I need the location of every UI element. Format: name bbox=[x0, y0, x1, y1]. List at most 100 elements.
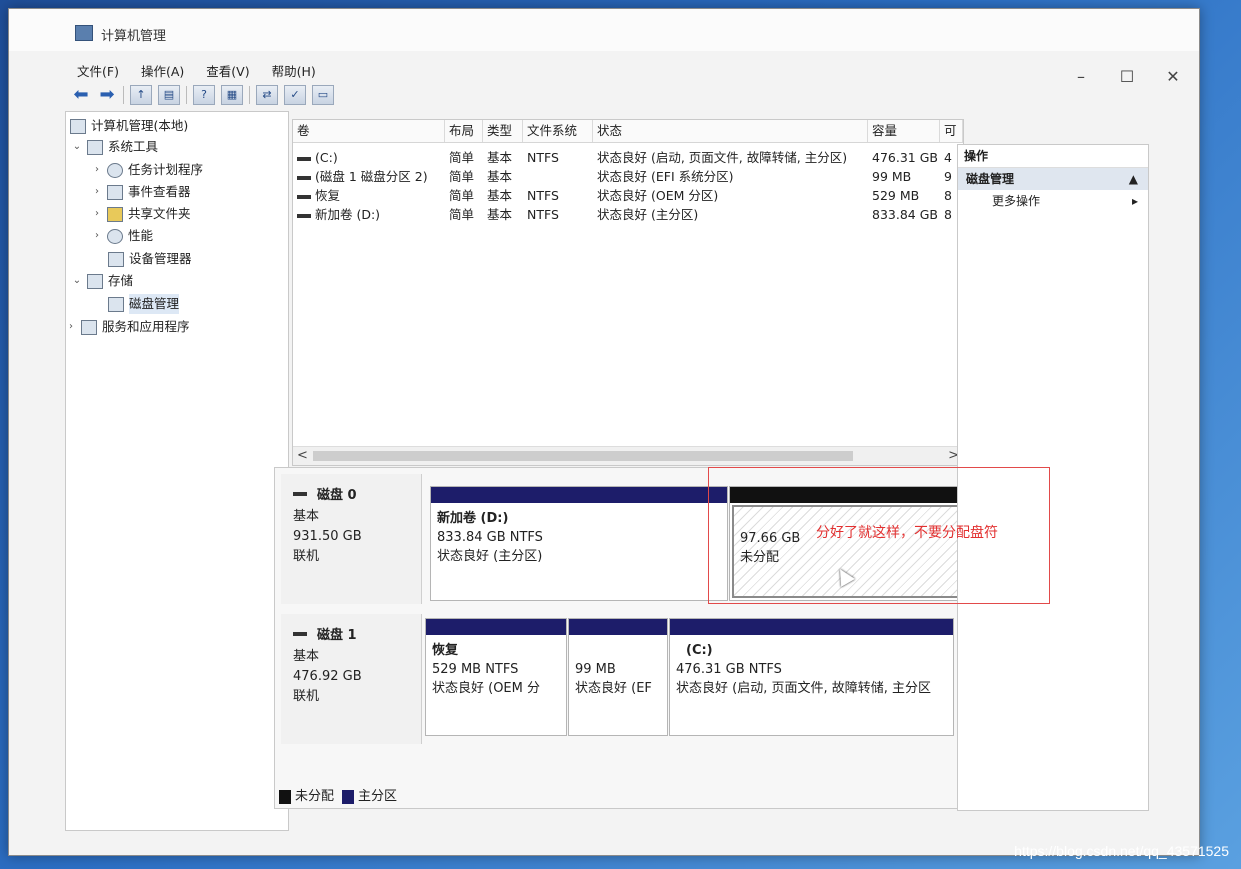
table-row[interactable]: (C:) 简单 基本 NTFS 状态良好 (启动, 页面文件, 故障转储, 主分… bbox=[293, 148, 963, 167]
tree-item-device-manager[interactable]: 设备管理器 bbox=[108, 249, 192, 269]
more-actions-item[interactable]: 更多操作 ▸ bbox=[958, 190, 1148, 212]
capacity-cell: 99 MB bbox=[872, 169, 912, 184]
disk-0-type: 基本 bbox=[293, 509, 320, 524]
computer-icon bbox=[70, 118, 86, 134]
partition-size: 476.31 GB NTFS bbox=[676, 662, 782, 677]
properties-icon[interactable]: ▦ bbox=[221, 85, 243, 105]
up-folder-icon[interactable]: ↑ bbox=[130, 85, 152, 105]
disk-0-name: 磁盘 0 bbox=[293, 484, 421, 503]
volume-cell: 新加卷 (D:) bbox=[297, 205, 445, 224]
chevron-right-icon[interactable]: › bbox=[92, 160, 102, 180]
watermark: https://blog.csdn.net/qq_43571525 bbox=[1014, 843, 1229, 859]
tree-item-disk-management[interactable]: 磁盘管理 bbox=[108, 294, 180, 314]
volume-name: 恢复 bbox=[315, 188, 341, 203]
computer-management-window: 计算机管理 – ☐ ✕ 文件(F) 操作(A) 查看(V) 帮助(H) ⬅ ➡ … bbox=[8, 8, 1200, 856]
chevron-down-icon[interactable]: ⌄ bbox=[72, 137, 82, 157]
column-header-type[interactable]: 类型 bbox=[483, 120, 523, 142]
legend-unallocated-label: 未分配 bbox=[295, 789, 335, 804]
partition-color-bar bbox=[670, 619, 953, 635]
navigation-tree: 计算机管理(本地) ⌄ 系统工具 › 任务计划程序 › 事件查看器 › 共享文件… bbox=[65, 111, 289, 831]
menu-help[interactable]: 帮助(H) bbox=[270, 59, 318, 82]
table-row[interactable]: (磁盘 1 磁盘分区 2) 简单 基本 状态良好 (EFI 系统分区) 99 M… bbox=[293, 167, 963, 186]
table-row[interactable]: 新加卷 (D:) 简单 基本 NTFS 状态良好 (主分区) 833.84 GB… bbox=[293, 205, 963, 224]
tree-item-system-tools[interactable]: ⌄ 系统工具 bbox=[72, 137, 158, 157]
horizontal-scrollbar[interactable]: < > bbox=[293, 446, 963, 465]
help-icon[interactable]: ? bbox=[193, 85, 215, 105]
partition-body: (C:) 476.31 GB NTFS 状态良好 (启动, 页面文件, 故障转储… bbox=[670, 635, 953, 704]
tree-item-task-scheduler[interactable]: › 任务计划程序 bbox=[92, 160, 203, 180]
chevron-right-icon[interactable]: › bbox=[92, 226, 102, 246]
partition-status: 状态良好 (启动, 页面文件, 故障转储, 主分区 bbox=[676, 681, 931, 696]
type-cell: 基本 bbox=[487, 188, 513, 203]
disk-1-type: 基本 bbox=[293, 649, 320, 664]
chevron-right-icon[interactable]: › bbox=[92, 204, 102, 224]
menu-file[interactable]: 文件(F) bbox=[75, 59, 121, 82]
disk-0-info[interactable]: 磁盘 0 基本 931.50 GB 联机 bbox=[281, 474, 422, 604]
forward-arrow-icon[interactable]: ➡ bbox=[97, 86, 117, 104]
chevron-down-icon[interactable]: ⌄ bbox=[72, 271, 82, 291]
tree-item-root[interactable]: 计算机管理(本地) bbox=[70, 116, 188, 136]
volume-icon bbox=[297, 194, 311, 199]
annotation-text: 分好了就这样，不要分配盘符 bbox=[816, 525, 998, 541]
status-cell: 状态良好 (主分区) bbox=[597, 207, 699, 222]
collapse-up-icon[interactable]: ▲ bbox=[1129, 168, 1138, 190]
tree-item-storage[interactable]: ⌄ 存储 bbox=[72, 271, 133, 291]
partition-d[interactable]: 新加卷 (D:) 833.84 GB NTFS 状态良好 (主分区) bbox=[430, 486, 728, 601]
tree-item-shared-folders[interactable]: › 共享文件夹 bbox=[92, 204, 191, 224]
partition-size: 99 MB bbox=[575, 662, 616, 677]
show-hide-tree-icon[interactable]: ▤ bbox=[158, 85, 180, 105]
disk-1-size: 476.92 GB bbox=[293, 669, 362, 684]
partition-color-bar bbox=[426, 619, 566, 635]
toolbar-separator bbox=[123, 86, 124, 104]
partition-size: 529 MB NTFS bbox=[432, 662, 519, 677]
scroll-left-button[interactable]: < bbox=[297, 447, 308, 465]
maximize-button[interactable]: ☐ bbox=[1117, 67, 1137, 86]
column-header-status[interactable]: 状态 bbox=[593, 120, 868, 142]
column-header-capacity[interactable]: 容量 bbox=[868, 120, 940, 142]
scrollbar-thumb[interactable] bbox=[313, 451, 853, 461]
menu-bar: 文件(F) 操作(A) 查看(V) 帮助(H) bbox=[75, 59, 318, 82]
column-header-filesystem[interactable]: 文件系统 bbox=[523, 120, 593, 142]
status-cell: 状态良好 (OEM 分区) bbox=[597, 188, 719, 203]
layout-cell: 简单 bbox=[449, 188, 475, 203]
menu-action[interactable]: 操作(A) bbox=[139, 59, 186, 82]
partition-c[interactable]: (C:) 476.31 GB NTFS 状态良好 (启动, 页面文件, 故障转储… bbox=[669, 618, 954, 736]
column-header-layout[interactable]: 布局 bbox=[445, 120, 483, 142]
disk-0-state: 联机 bbox=[293, 549, 320, 564]
window-title: 计算机管理 bbox=[101, 29, 167, 44]
tree-item-services-apps[interactable]: › 服务和应用程序 bbox=[66, 317, 190, 337]
legend-primary-label: 主分区 bbox=[358, 789, 398, 804]
partition-color-bar bbox=[569, 619, 667, 635]
chevron-right-icon: ▸ bbox=[1131, 194, 1138, 208]
volume-list: 卷 布局 类型 文件系统 状态 容量 可 (C:) 简单 基本 NTFS 状态良… bbox=[292, 119, 964, 466]
back-arrow-icon[interactable]: ⬅ bbox=[71, 86, 91, 104]
capacity-cell: 529 MB bbox=[872, 188, 920, 203]
connect-icon[interactable]: ⇄ bbox=[256, 85, 278, 105]
disk-1-name: 磁盘 1 bbox=[293, 624, 421, 643]
window-controls: – ☐ ✕ bbox=[1071, 67, 1183, 86]
menu-view[interactable]: 查看(V) bbox=[204, 59, 251, 82]
table-row[interactable]: 恢复 简单 基本 NTFS 状态良好 (OEM 分区) 529 MB 8 bbox=[293, 186, 963, 205]
actions-section-label: 磁盘管理 bbox=[966, 172, 1015, 186]
partition-body: 新加卷 (D:) 833.84 GB NTFS 状态良好 (主分区) bbox=[431, 503, 727, 572]
tree-item-event-viewer[interactable]: › 事件查看器 bbox=[92, 182, 191, 202]
partition-name: 新加卷 (D:) bbox=[437, 511, 509, 526]
check-icon[interactable]: ✓ bbox=[284, 85, 306, 105]
column-header-free[interactable]: 可 bbox=[940, 120, 963, 142]
close-button[interactable]: ✕ bbox=[1163, 67, 1183, 86]
volume-cell: 恢复 bbox=[297, 186, 445, 205]
clock-icon bbox=[107, 162, 123, 178]
partition-efi[interactable]: 99 MB 状态良好 (EF bbox=[568, 618, 668, 736]
capacity-cell: 833.84 GB bbox=[872, 207, 938, 222]
partition-recovery[interactable]: 恢复 529 MB NTFS 状态良好 (OEM 分 bbox=[425, 618, 567, 736]
chevron-right-icon[interactable]: › bbox=[92, 182, 102, 202]
console-icon[interactable]: ▭ bbox=[312, 85, 334, 105]
disk-1-info[interactable]: 磁盘 1 基本 476.92 GB 联机 bbox=[281, 614, 422, 744]
status-cell: 状态良好 (EFI 系统分区) bbox=[597, 169, 734, 184]
partition-size: 833.84 GB NTFS bbox=[437, 530, 543, 545]
tree-item-performance[interactable]: › 性能 bbox=[92, 226, 153, 246]
chevron-right-icon[interactable]: › bbox=[66, 317, 76, 337]
actions-section-disk-management[interactable]: 磁盘管理 ▲ bbox=[958, 168, 1148, 190]
minimize-button[interactable]: – bbox=[1071, 67, 1091, 86]
column-header-volume[interactable]: 卷 bbox=[293, 120, 445, 142]
